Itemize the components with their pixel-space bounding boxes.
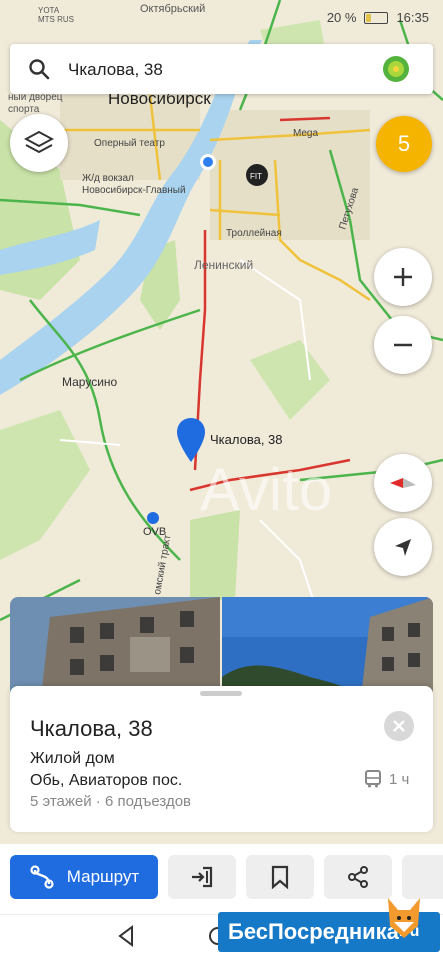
share-icon xyxy=(348,866,368,888)
avito-watermark: Avito xyxy=(200,456,332,523)
bus-icon xyxy=(365,770,381,788)
route-button[interactable]: Маршрут xyxy=(10,855,158,899)
my-location-button[interactable] xyxy=(374,518,432,576)
fox-mascot-icon xyxy=(388,898,420,938)
pin-label: Чкалова, 38 xyxy=(210,432,283,447)
fit-label: FIT xyxy=(250,172,262,181)
route-label: Маршрут xyxy=(66,867,140,886)
place-address: Обь, Авиаторов пос. xyxy=(30,772,183,789)
entrance-icon xyxy=(192,866,213,888)
bookmark-icon xyxy=(271,865,289,889)
close-card-button[interactable] xyxy=(384,711,414,741)
location-dot xyxy=(203,157,213,167)
alice-voice-icon[interactable] xyxy=(382,55,410,83)
search-icon[interactable] xyxy=(28,58,50,80)
map-label-trolley: Троллейная xyxy=(226,228,282,239)
bookmark-button[interactable] xyxy=(246,855,314,899)
place-details: 5 этажей · 6 подъездов xyxy=(30,793,192,810)
clock: 16:35 xyxy=(396,10,429,25)
battery-icon xyxy=(364,11,389,24)
carrier-top: YOTA xyxy=(38,6,60,15)
action-bar: Маршрут xyxy=(0,844,443,914)
navigation-arrow-icon xyxy=(395,539,411,556)
zoom-out-button[interactable] xyxy=(374,316,432,374)
search-bar[interactable]: Чкалова, 38 xyxy=(10,44,433,94)
map-label-station2: Новосибирск-Главный xyxy=(82,184,186,196)
carrier-bottom: MTS RUS xyxy=(38,15,74,24)
plus-icon xyxy=(394,268,412,286)
minus-icon xyxy=(394,343,412,347)
transit-time[interactable]: 1 ч xyxy=(365,770,409,788)
map-label-leninsky: Ленинский xyxy=(194,258,253,272)
entrance-button[interactable] xyxy=(168,855,236,899)
status-right: 20 % 16:35 xyxy=(327,10,429,25)
traffic-level-badge[interactable]: 5 xyxy=(376,116,432,172)
transit-duration: 1 ч xyxy=(389,770,410,788)
carrier-info: YOTA MTS RUS xyxy=(38,6,74,24)
map-label-station1: Ж/д вокзал xyxy=(82,173,134,184)
share-button[interactable] xyxy=(324,855,392,899)
place-card[interactable]: Чкалова, 38 Жилой дом Обь, Авиаторов пос… xyxy=(10,686,433,832)
card-drag-handle[interactable] xyxy=(200,691,242,696)
place-title: Чкалова, 38 xyxy=(30,716,153,741)
close-icon xyxy=(393,720,405,732)
search-input[interactable]: Чкалова, 38 xyxy=(68,60,163,80)
place-type: Жилой дом xyxy=(30,750,115,767)
compass-button[interactable] xyxy=(374,454,432,512)
watermark-text: БесПосредника xyxy=(228,919,399,944)
compass-icon xyxy=(390,478,416,488)
back-icon[interactable] xyxy=(116,925,136,947)
map-label-marusino: Марусино xyxy=(62,375,118,389)
layers-icon xyxy=(24,130,54,154)
route-icon xyxy=(30,865,54,889)
map-label-opera: Оперный театр xyxy=(94,138,165,149)
battery-percent: 20 % xyxy=(326,10,357,25)
more-button[interactable] xyxy=(402,855,443,899)
status-bar: YOTA MTS RUS 20 % 16:35 xyxy=(0,0,443,38)
airport-icon xyxy=(147,512,159,524)
layers-button[interactable] xyxy=(10,114,68,172)
map-label-mega: Mega xyxy=(293,128,318,139)
zoom-in-button[interactable] xyxy=(374,248,432,306)
